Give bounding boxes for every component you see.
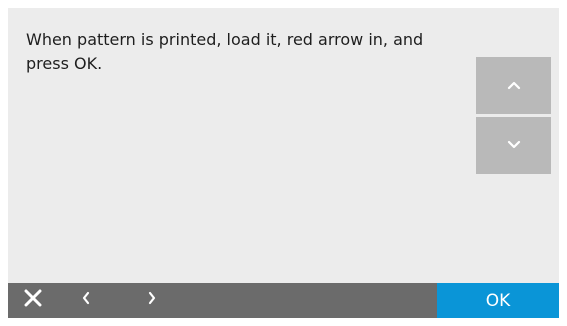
bottom-bar: OK	[8, 283, 559, 318]
scroll-up-button[interactable]	[476, 57, 551, 114]
next-button[interactable]	[140, 283, 164, 318]
close-icon	[24, 289, 42, 312]
dialog-screen: When pattern is printed, load it, red ar…	[8, 8, 559, 318]
scroll-down-button[interactable]	[476, 117, 551, 174]
instruction-message: When pattern is printed, load it, red ar…	[26, 30, 424, 73]
chevron-left-icon	[81, 291, 91, 310]
chevron-up-icon	[507, 77, 521, 95]
chevron-down-icon	[507, 137, 521, 155]
ok-button[interactable]: OK	[437, 283, 559, 318]
chevron-right-icon	[147, 291, 157, 310]
previous-button[interactable]	[74, 283, 98, 318]
close-button[interactable]	[18, 283, 48, 318]
